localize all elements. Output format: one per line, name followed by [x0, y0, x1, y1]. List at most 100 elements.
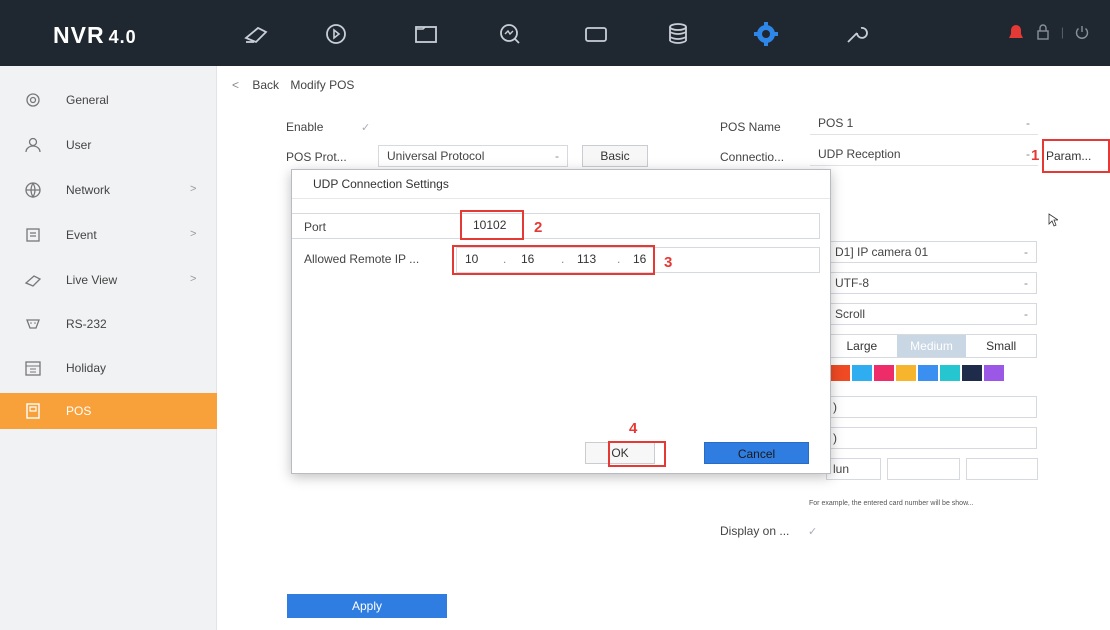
hint-text: For example, the entered card number wil…: [809, 500, 974, 507]
size-small-option[interactable]: Small: [966, 335, 1036, 357]
top-navigation-bar: NVR 4.0 |: [0, 0, 1110, 66]
event-icon: [26, 228, 40, 242]
pos-icon: [26, 403, 40, 419]
monitor-icon[interactable]: [582, 20, 610, 48]
annotation-2: 2: [534, 219, 543, 236]
sidebar-item-label: Network: [66, 183, 111, 197]
live-view-icon[interactable]: [242, 20, 270, 48]
divider: |: [1060, 25, 1064, 39]
enable-label: Enable: [286, 120, 324, 134]
connection-select[interactable]: UDP Reception -: [810, 144, 1038, 166]
text-field-2-value: ): [833, 431, 837, 445]
encoding-value: UTF-8: [835, 276, 869, 290]
display-on-checkbox[interactable]: ✓: [808, 525, 817, 538]
text-field-3-value: lun: [833, 462, 850, 476]
sidebar-item-label: Event: [66, 228, 97, 242]
app-name: NVR: [53, 22, 105, 48]
sidebar-item-holiday[interactable]: Holiday: [0, 350, 217, 386]
divider: [292, 198, 830, 199]
sidebar-item-pos[interactable]: POS: [0, 393, 217, 429]
chevron-down-icon: -: [1026, 116, 1030, 130]
udp-connection-settings-dialog: UDP Connection Settings Port 10102 2 All…: [291, 169, 831, 474]
encoding-select[interactable]: UTF-8 -: [826, 272, 1037, 294]
gear-icon: [26, 93, 40, 107]
pos-protocol-select[interactable]: Universal Protocol -: [378, 145, 568, 167]
chevron-right-icon: >: [190, 228, 197, 240]
lock-icon[interactable]: [1035, 24, 1051, 40]
font-size-selector: Large Medium Small: [826, 334, 1037, 358]
size-medium-option[interactable]: Medium: [896, 335, 967, 357]
camera-select[interactable]: D1] IP camera 01 -: [826, 241, 1037, 263]
sidebar-item-label: POS: [66, 404, 92, 418]
color-swatch[interactable]: [896, 365, 916, 381]
color-swatch[interactable]: [874, 365, 894, 381]
parameters-button[interactable]: Param...: [1046, 149, 1091, 163]
color-swatch[interactable]: [852, 365, 872, 381]
sidebar-item-label: RS-232: [66, 317, 107, 331]
maintenance-icon[interactable]: [842, 20, 870, 48]
search-icon[interactable]: [496, 20, 524, 48]
camera-icon: [24, 275, 42, 287]
text-field-1[interactable]: ): [826, 396, 1037, 418]
camera-value: D1] IP camera 01: [835, 245, 929, 259]
color-swatch[interactable]: [962, 365, 982, 381]
sidebar-item-live-view[interactable]: Live View >: [0, 262, 217, 298]
basic-button[interactable]: Basic: [582, 145, 648, 167]
cancel-button[interactable]: Cancel: [704, 442, 809, 464]
enable-checkbox[interactable]: ✓: [361, 121, 370, 134]
power-icon[interactable]: [1074, 24, 1090, 40]
color-palette: [830, 365, 1004, 381]
sidebar-item-label: General: [66, 93, 109, 107]
connection-label: Connectio...: [720, 150, 785, 164]
pos-name-value: POS 1: [818, 116, 854, 130]
settings-icon[interactable]: [752, 20, 780, 48]
annotation-1: 1: [1031, 147, 1040, 164]
display-on-label: Display on ...: [720, 524, 790, 538]
chevron-left-icon[interactable]: <: [232, 78, 239, 92]
text-field-2[interactable]: ): [826, 427, 1037, 449]
sidebar-item-rs-232[interactable]: RS-232: [0, 306, 217, 342]
color-swatch[interactable]: [984, 365, 1004, 381]
pos-name-field[interactable]: POS 1 -: [810, 113, 1038, 135]
annotation-box-3: [452, 245, 655, 275]
sidebar-item-general[interactable]: General: [0, 82, 217, 118]
color-swatch[interactable]: [940, 365, 960, 381]
annotation-3: 3: [664, 254, 673, 271]
sidebar-item-event[interactable]: Event >: [0, 217, 217, 253]
dialog-title: UDP Connection Settings: [313, 177, 449, 191]
top-right-controls: |: [1007, 24, 1090, 40]
app-version: 4.0: [108, 27, 137, 47]
chevron-down-icon: -: [555, 149, 559, 163]
annotation-box-4: [608, 441, 666, 467]
text-field-5[interactable]: [966, 458, 1038, 480]
apply-button[interactable]: Apply: [287, 594, 447, 618]
chevron-down-icon: -: [1024, 245, 1028, 259]
size-large-option[interactable]: Large: [827, 335, 897, 357]
alarm-icon[interactable]: [1007, 24, 1025, 40]
rs232-icon: [26, 319, 40, 329]
breadcrumb: < Back Modify POS: [232, 78, 354, 92]
sidebar-item-label: Holiday: [66, 361, 107, 375]
file-icon[interactable]: [412, 20, 440, 48]
chevron-right-icon: >: [190, 273, 197, 285]
chevron-down-icon: -: [1024, 276, 1028, 290]
port-input[interactable]: 10102: [473, 218, 506, 232]
storage-icon[interactable]: [664, 20, 692, 48]
text-field-4[interactable]: [887, 458, 960, 480]
text-field-1-value: ): [833, 400, 837, 414]
chevron-down-icon: -: [1026, 147, 1030, 161]
sidebar-item-user[interactable]: User: [0, 127, 217, 163]
color-swatch[interactable]: [830, 365, 850, 381]
pos-name-label: POS Name: [720, 120, 781, 134]
calendar-icon: [25, 361, 41, 376]
back-link[interactable]: Back: [252, 78, 279, 92]
allowed-remote-ip-label: Allowed Remote IP ...: [304, 252, 420, 266]
chevron-down-icon: -: [1024, 307, 1028, 321]
connection-value: UDP Reception: [818, 147, 901, 161]
sidebar-item-network[interactable]: Network >: [0, 172, 217, 208]
overlay-mode-select[interactable]: Scroll -: [826, 303, 1037, 325]
text-field-3[interactable]: lun: [826, 458, 881, 480]
playback-icon[interactable]: [322, 20, 350, 48]
color-swatch[interactable]: [918, 365, 938, 381]
settings-sidebar: General User Network > Event > Live View…: [0, 66, 217, 630]
